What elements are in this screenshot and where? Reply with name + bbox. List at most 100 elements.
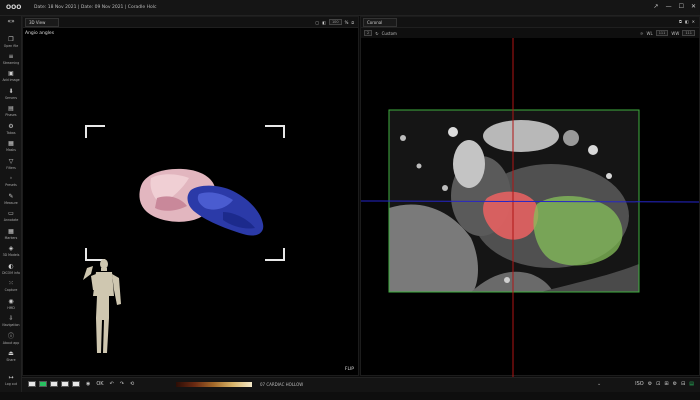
info-icon: ⓘ — [7, 333, 14, 340]
popout-icon[interactable]: ↗ — [654, 3, 659, 10]
ok-button[interactable]: OK — [96, 381, 103, 387]
percent-icon: % — [344, 19, 349, 25]
wl-label: WL — [646, 30, 653, 36]
tool-measure[interactable]: ✎ Measure — [0, 193, 22, 209]
reset-icon[interactable]: ⟲ — [130, 381, 134, 387]
title-bar: OOO Date: 18 Nov 2021 | Date: 09 Nov 202… — [0, 0, 700, 16]
color-lut-gradient[interactable] — [176, 382, 252, 387]
tool-markers[interactable]: ▦ Markers — [0, 228, 22, 244]
layout-swatch-5[interactable] — [72, 381, 80, 387]
app-logo: OOO — [6, 4, 22, 11]
pencil-icon: ✎ — [8, 193, 14, 200]
tool-navigation[interactable]: ⇩ Navigation — [0, 315, 22, 331]
navigation-icon: ⇩ — [8, 315, 14, 322]
slice-input[interactable]: 2 — [364, 30, 373, 36]
tool-dicom-info[interactable]: ◐ DICOM info — [0, 263, 22, 279]
tool-phases[interactable]: ▤ Phases — [0, 105, 22, 121]
layout-icon[interactable]: ◧ — [322, 20, 326, 25]
lut-dropdown-chevron-icon[interactable]: ⌄ — [597, 381, 601, 387]
cube-icon: ◈ — [8, 245, 14, 252]
viewport-3d-header: 3D View ▢ ◧ 100 % ⧄ — [23, 17, 358, 28]
plane-select[interactable]: Coronal — [363, 17, 397, 27]
tool-open-file[interactable]: ❐ Open file — [0, 36, 22, 52]
tool-add-image[interactable]: ▣ Add image — [0, 70, 22, 86]
annotate-icon: ▭ — [8, 210, 14, 217]
preset-select[interactable]: Custom — [382, 31, 397, 36]
wl-ww-controls: ☼ WL 111 WW 111 — [640, 30, 695, 36]
image-icon: ▣ — [8, 70, 14, 77]
tool-capture[interactable]: ⁙ Capture — [0, 280, 22, 296]
tool-log-out[interactable]: ↦ Log out — [0, 374, 22, 390]
tool-filters[interactable]: ▽ Filters — [0, 158, 22, 174]
viewport-3d[interactable]: 3D View ▢ ◧ 100 % ⧄ Angio angles FLIP — [22, 16, 359, 376]
panel-icon[interactable]: ⊟ — [681, 381, 685, 387]
minimize-icon[interactable]: — — [666, 3, 672, 10]
ww-input[interactable]: 111 — [682, 30, 695, 36]
headset-icon: ◉ — [8, 298, 14, 305]
server-icon: ⬇ — [8, 88, 14, 95]
gear-icon[interactable]: ⚙ — [673, 381, 677, 387]
undo-icon[interactable]: ↶ — [110, 381, 114, 387]
layers-icon[interactable]: ▤ — [689, 381, 694, 387]
share-icon: ⏏ — [8, 350, 14, 357]
render-3d-canvas[interactable] — [23, 28, 360, 376]
tool-annotate[interactable]: ▭ Annotate — [0, 210, 22, 226]
status-bar — [0, 392, 700, 400]
iso-button[interactable]: ISO — [635, 381, 644, 387]
viewport-coronal-header: Coronal ⧉ ◧ ✕ — [361, 17, 699, 28]
app-window: OOO Date: 18 Nov 2021 | Date: 09 Nov 202… — [0, 0, 700, 400]
capture-icon: ⁙ — [8, 280, 14, 287]
layout-swatch-2[interactable] — [39, 381, 47, 387]
tool-share[interactable]: ⏏ Share — [0, 350, 22, 366]
viewport-coronal[interactable]: Coronal ⧉ ◧ ✕ 2 ↻ Custom ☼ WL 111 WW 111 — [360, 16, 700, 377]
eye-icon[interactable]: ◉ — [86, 381, 90, 387]
file-icon: ❐ — [8, 36, 14, 43]
toolbar-collapse-button[interactable]: «» — [0, 18, 22, 34]
layout-swatch-1[interactable] — [28, 381, 36, 387]
lut-name: 07 CARDIAC HOLLOW — [260, 382, 304, 387]
crop-icon[interactable]: ⧉ — [679, 19, 682, 24]
ww-label: WW — [671, 30, 680, 36]
mask-icon: ▦ — [8, 140, 14, 147]
flip-button[interactable]: FLIP — [345, 367, 354, 372]
layout-swatch-4[interactable] — [61, 381, 69, 387]
close-icon[interactable]: ✕ — [691, 3, 696, 10]
ct-slice-canvas[interactable] — [361, 38, 699, 377]
double-chevron-icon: «» — [7, 18, 15, 25]
info-eye-icon: ◐ — [8, 263, 14, 270]
view-mode-select[interactable]: 3D View — [25, 17, 59, 27]
study-info: Date: 18 Nov 2021 | Date: 09 Nov 2021 | … — [34, 5, 157, 10]
heart-3d-model[interactable] — [139, 168, 264, 236]
tool-servers[interactable]: ⬇ Servers — [0, 88, 22, 104]
tool-hmd[interactable]: ◉ HMD — [0, 298, 22, 314]
file-icon[interactable]: ▢ — [315, 20, 319, 25]
reset-icon[interactable]: ↻ — [375, 31, 378, 36]
tool-streaming[interactable]: ≡ Streaming — [0, 53, 22, 69]
grid-icon[interactable]: ⊞ — [664, 381, 668, 387]
settings-icon[interactable]: ⚙ — [648, 381, 652, 387]
split-icon[interactable]: ⧄ — [351, 20, 354, 25]
phases-icon: ▤ — [8, 105, 14, 112]
maximize-icon[interactable]: ☐ — [679, 3, 684, 10]
window-level-bar: 2 ↻ Custom ☼ WL 111 WW 111 — [361, 28, 699, 38]
tool-masks[interactable]: ▦ Masks — [0, 140, 22, 156]
tool-about-app[interactable]: ⓘ About app — [0, 333, 22, 349]
wl-input[interactable]: 111 — [655, 30, 669, 36]
close-icon[interactable]: ✕ — [692, 19, 695, 24]
tool-3d-models[interactable]: ◈ 3D Models — [0, 245, 22, 261]
sun-icon: ☼ — [639, 30, 644, 36]
opacity-input[interactable]: 100 — [328, 19, 342, 25]
tool-tabas[interactable]: ⚙ Tabas — [0, 123, 22, 139]
snapshot-icon[interactable]: ⊡ — [656, 381, 660, 387]
marker-icon: ▦ — [8, 228, 14, 235]
viewport-coronal-controls: ⧉ ◧ ✕ — [679, 19, 695, 24]
left-toolbar: «» ❐ Open file ≡ Streaming ▣ Add image ⬇ Ser… — [0, 16, 22, 392]
redo-icon[interactable]: ↷ — [120, 381, 124, 387]
viewport-3d-controls: ▢ ◧ 100 % ⧄ — [315, 19, 354, 25]
tool-presets[interactable]: ◦ Presets — [0, 175, 22, 191]
layout-icon[interactable]: ◧ — [685, 19, 689, 24]
orientation-figure[interactable] — [83, 259, 121, 353]
stream-icon: ≡ — [8, 53, 14, 60]
bottom-toolbar: ◉ OK ↶ ↷ ⟲ 07 CARDIAC HOLLOW ⌄ ISO ⚙ ⊡ ⊞… — [22, 377, 700, 392]
layout-swatch-3[interactable] — [50, 381, 58, 387]
